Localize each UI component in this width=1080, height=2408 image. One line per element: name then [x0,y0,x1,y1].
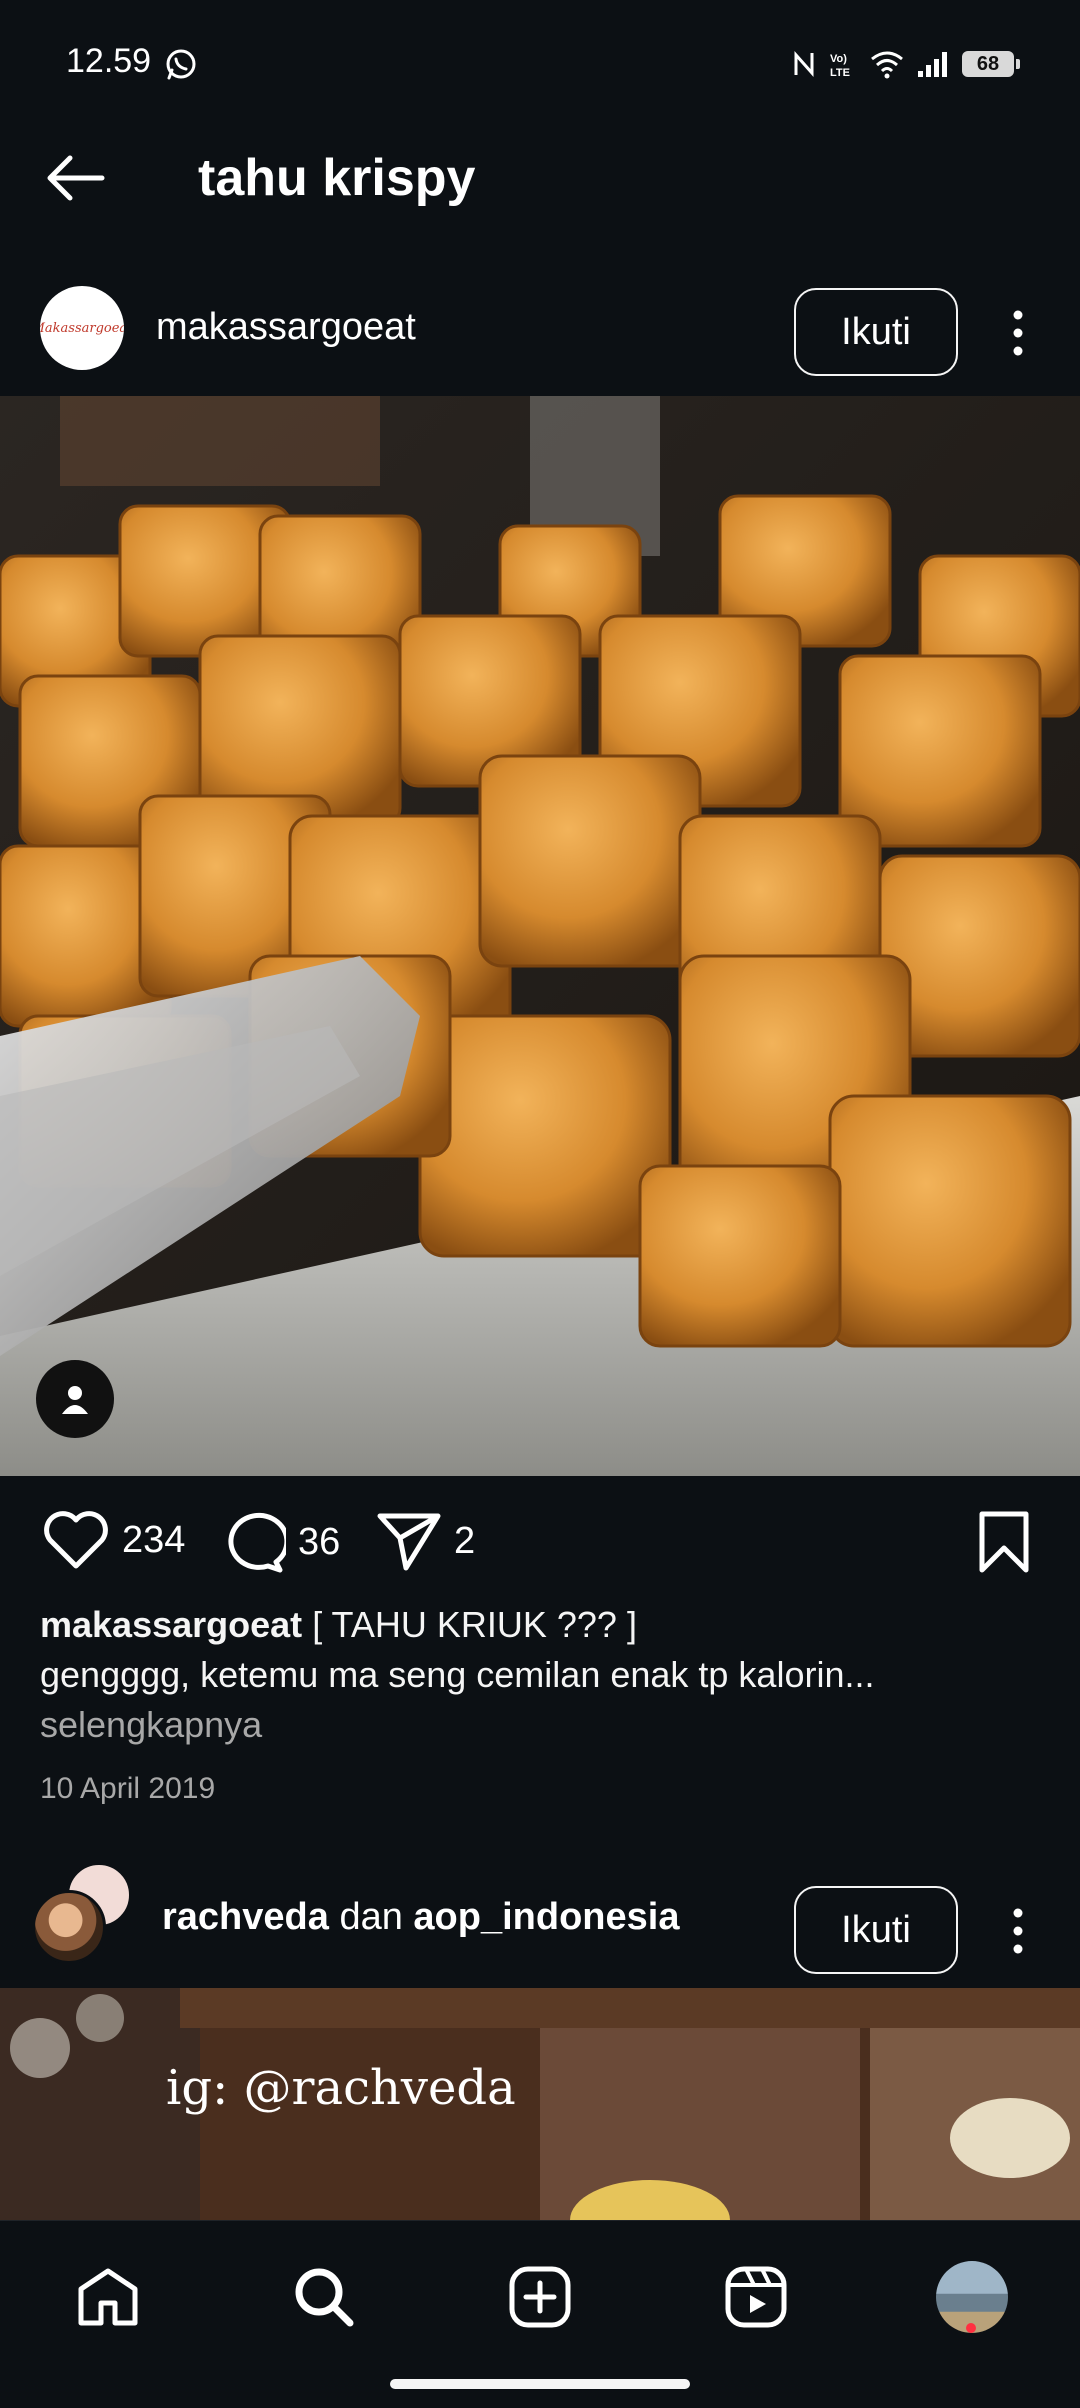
bookmark-icon[interactable] [974,1510,1034,1574]
follow-button[interactable]: Ikuti [794,288,958,376]
see-more-link[interactable]: selengkapnya [40,1700,1040,1750]
top-app-bar: tahu krispy [0,128,1080,228]
notification-dot [966,2323,976,2333]
comment-count: 36 [298,1520,341,1563]
username-aop-indonesia[interactable]: aop_indonesia [413,1896,679,1938]
heart-icon[interactable] [42,1510,110,1570]
avatar[interactable]: Makassargoeat [40,286,124,370]
avatar-rachveda[interactable] [32,1890,106,1964]
reels-icon [725,2266,787,2328]
caption-body: gengggg, ketemu ma seng cemilan enak tp … [40,1654,875,1695]
signal-icon [918,52,947,77]
home-indicator[interactable] [390,2379,690,2389]
post-username[interactable]: makassargoeat [156,304,416,350]
whatsapp-icon [166,49,196,80]
status-time: 12.59 [66,42,152,80]
photo-watermark: ig: @rachveda [166,2060,516,2116]
fried-tofu-photo [0,396,1080,1476]
send-icon[interactable] [376,1510,442,1572]
comment-action[interactable]: 36 [220,1510,340,1574]
nav-search[interactable] [284,2257,364,2337]
status-bar: 12.59 Vo) LTE 68 [0,0,1080,128]
bottom-navigation [0,2220,1080,2408]
caption-title: [ TAHU KRIUK ??? ] [312,1604,637,1645]
nav-create[interactable] [500,2257,580,2337]
wifi-icon [871,51,903,79]
svg-text:LTE: LTE [830,67,850,79]
person-icon [62,1386,88,1414]
post-image[interactable] [0,396,1080,1476]
like-action[interactable]: 234 [42,1510,185,1570]
caption-username[interactable]: makassargoeat [40,1604,302,1645]
svg-text:Vo): Vo) [830,53,847,65]
nav-reels[interactable] [716,2257,796,2337]
share-count: 2 [454,1519,476,1562]
collab-avatars[interactable] [32,1862,142,1972]
nav-home[interactable] [68,2257,148,2337]
collab-usernames: rachveda dan aop_indonesia [162,1894,679,1940]
follow-button[interactable]: Ikuti [794,1886,958,1974]
post-date: 10 April 2019 [40,1772,216,1805]
volte-icon: Vo) LTE [830,53,850,79]
back-arrow-icon[interactable] [40,148,110,208]
second-post-photo [0,1988,1080,2220]
avatar-logo-text: Makassargoeat [40,320,124,336]
more-options-icon[interactable] [1000,1906,1036,1956]
search-icon [295,2268,354,2327]
post-caption[interactable]: makassargoeat [ TAHU KRIUK ??? ] gengggg… [40,1600,1040,1750]
create-icon [509,2266,571,2328]
page-title: tahu krispy [198,149,476,207]
post-image-2[interactable]: ig: @rachveda [0,1988,1080,2220]
post-header: Makassargoeat makassargoeat Ikuti [0,264,1080,384]
comment-icon[interactable] [220,1510,286,1574]
home-icon [78,2268,138,2326]
share-action[interactable]: 2 [376,1510,475,1572]
like-count: 234 [122,1518,186,1561]
username-rachveda[interactable]: rachveda [162,1896,329,1938]
more-options-icon[interactable] [1000,308,1036,358]
status-icons: Vo) LTE 68 [792,44,1020,84]
caption-line-1: makassargoeat [ TAHU KRIUK ??? ] [40,1600,1040,1650]
tagged-users-icon[interactable] [36,1360,114,1438]
battery-icon: 68 [962,51,1020,77]
post-actions: 234 36 2 [0,1490,1080,1590]
nfc-icon [794,51,814,77]
collab-joiner: dan [339,1896,403,1938]
